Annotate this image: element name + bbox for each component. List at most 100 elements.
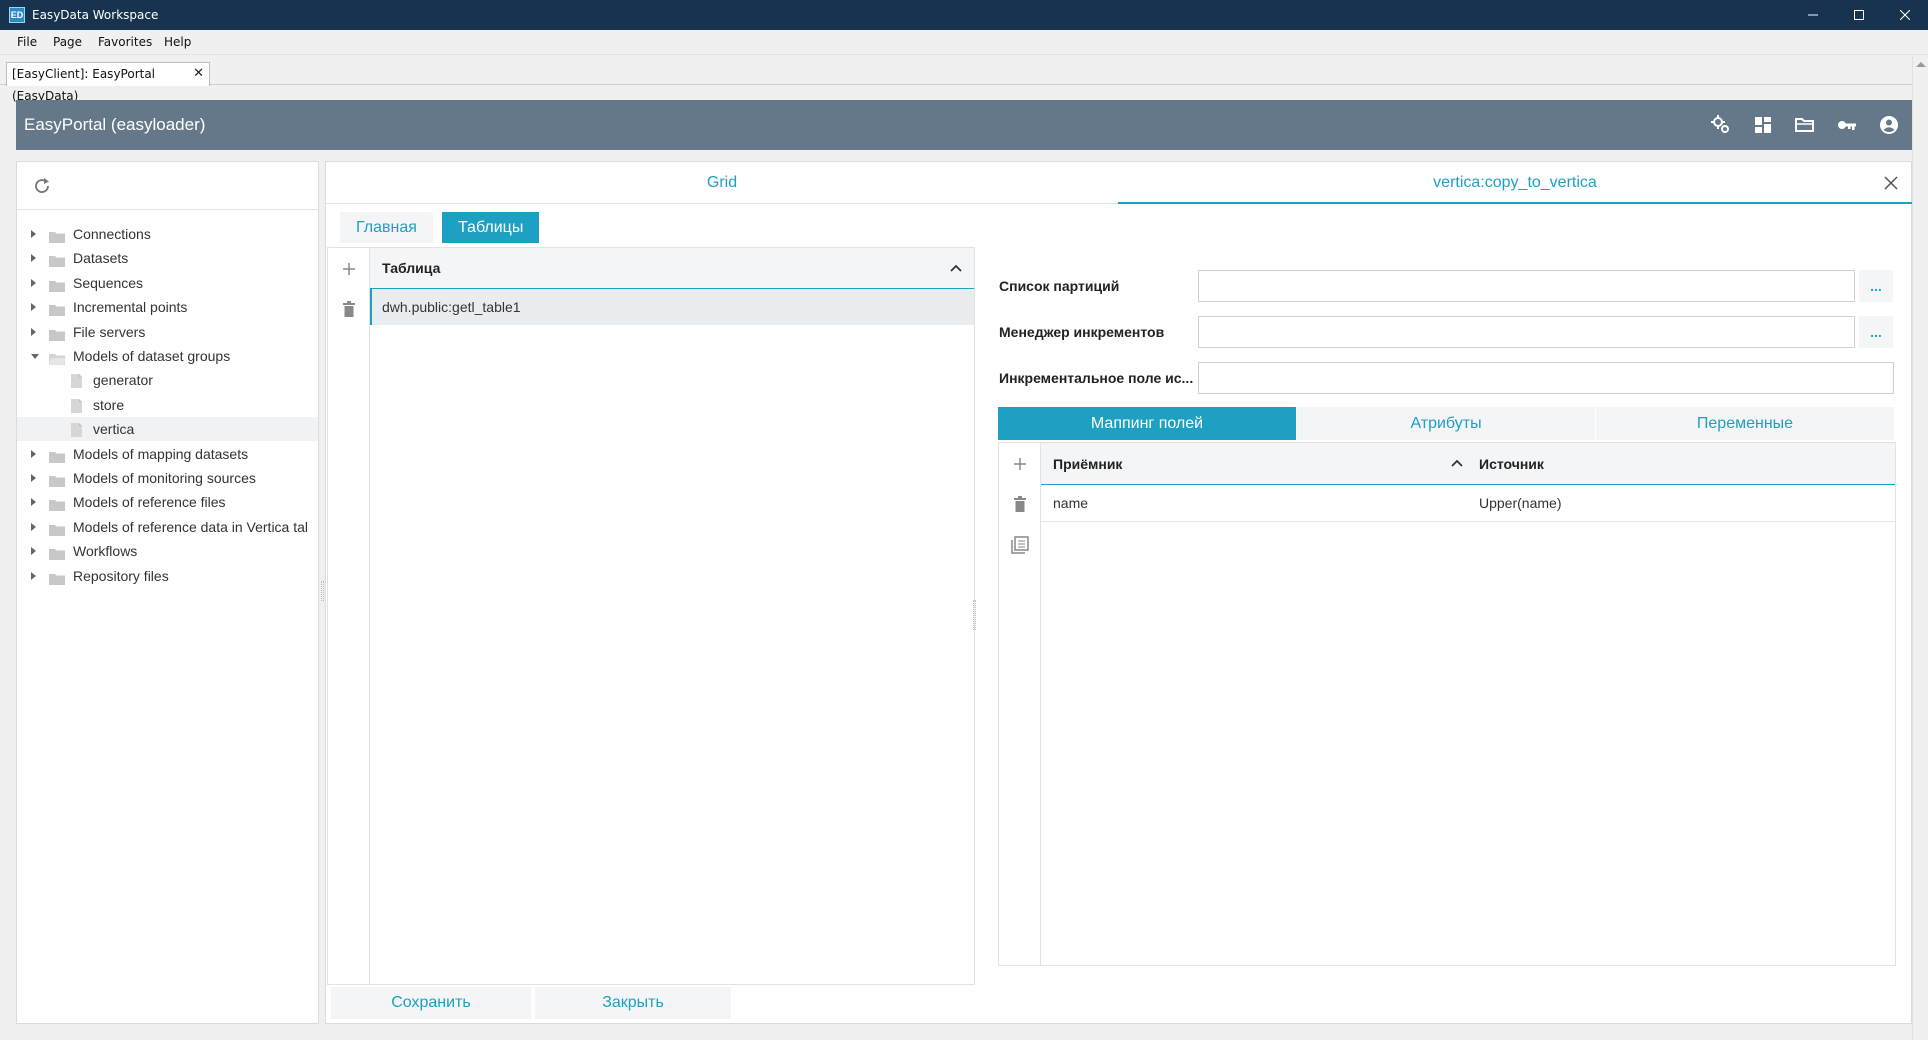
document-tab-label: [EasyClient]: EasyPortal (EasyData) (12, 67, 156, 103)
caret-right-icon[interactable] (31, 522, 36, 531)
tree-item-label: Repository files (73, 567, 169, 584)
tree-item[interactable]: Sequences (17, 271, 318, 295)
document-tab-strip (0, 56, 1928, 85)
tree-item[interactable]: Repository files (17, 564, 318, 588)
tables-column-header[interactable]: Таблица (370, 248, 974, 289)
caret-right-icon[interactable] (31, 547, 36, 556)
mapping-column-header[interactable]: Приёмник Источник (1041, 443, 1895, 485)
navigator-divider (17, 209, 318, 210)
menu-help[interactable]: Help (164, 30, 191, 55)
middle-splitter[interactable] (973, 600, 976, 630)
document-tab[interactable]: [EasyClient]: EasyPortal (EasyData) ✕ (6, 62, 210, 103)
caret-right-icon[interactable] (31, 303, 36, 312)
dashboard-icon[interactable] (1752, 114, 1774, 136)
tree-item[interactable]: Connections (17, 222, 318, 246)
incremental-field-input[interactable] (1198, 362, 1894, 394)
tree-item-label: Models of monitoring sources (73, 470, 256, 486)
column-target[interactable]: Приёмник (1053, 443, 1122, 485)
tree-item[interactable]: File servers (17, 320, 318, 344)
sort-up-icon (950, 264, 962, 272)
tree-item[interactable]: Workflows (17, 539, 318, 563)
minimize-icon (1808, 14, 1818, 16)
folder-icon (48, 569, 66, 585)
minimize-button[interactable] (1790, 0, 1836, 30)
increment-manager-browse-button[interactable]: ... (1859, 316, 1893, 348)
window-scrollbar[interactable] (1912, 56, 1928, 1040)
caret-right-icon[interactable] (31, 474, 36, 482)
tree-item[interactable]: Models of dataset groups (17, 344, 318, 368)
delete-table-button[interactable] (338, 298, 360, 320)
column-source[interactable]: Источник (1479, 443, 1544, 485)
partitions-input[interactable] (1198, 270, 1855, 302)
menu-page[interactable]: Page (53, 30, 82, 55)
add-table-button[interactable] (338, 258, 360, 280)
tree-item[interactable]: Datasets (17, 246, 318, 270)
tab-attributes[interactable]: Атрибуты (1297, 407, 1595, 440)
file-icon (70, 372, 83, 389)
tree-item[interactable]: Models of mapping datasets (17, 442, 318, 466)
caret-right-icon[interactable] (31, 327, 36, 336)
document-tab-close-icon[interactable]: ✕ (193, 63, 204, 85)
add-mapping-button[interactable] (1009, 453, 1031, 475)
navigator-panel: Connections Datasets Sequences Incremental … (16, 161, 319, 1024)
caret-right-icon[interactable] (31, 230, 36, 238)
caret-right-icon[interactable] (31, 449, 36, 458)
subtab-tables[interactable]: Таблицы (442, 212, 540, 243)
scroll-up-icon[interactable] (1916, 62, 1926, 67)
refresh-icon[interactable] (31, 175, 53, 197)
tree-item-label: Sequences (73, 274, 144, 291)
menu-favorites[interactable]: Favorites (98, 30, 152, 55)
menu-bar: File Page Favorites Help (0, 30, 1928, 55)
mapping-source-cell[interactable]: Upper(name) (1479, 485, 1561, 522)
tree-item-label: generator (93, 372, 153, 389)
increment-manager-input[interactable] (1198, 316, 1855, 348)
close-icon (1900, 10, 1910, 20)
subtab-main[interactable]: Главная (340, 212, 433, 243)
caret-right-icon[interactable] (31, 498, 36, 507)
tab-grid[interactable]: Grid (326, 162, 1118, 204)
close-button[interactable]: Закрыть (535, 987, 731, 1019)
caret-right-icon[interactable] (31, 254, 36, 263)
tree-item[interactable]: Models of reference files (17, 490, 318, 514)
tree-item[interactable]: Models of reference data in Vertica tal (17, 515, 318, 539)
table-row[interactable]: dwh.public:getl_table1 (370, 289, 974, 325)
delete-mapping-button[interactable] (1009, 493, 1031, 515)
tree-item-label: vertica (93, 421, 135, 438)
app-header: EasyPortal (easyloader) (16, 100, 1912, 150)
tree-item-label: File servers (73, 323, 146, 340)
close-window-button[interactable] (1882, 0, 1928, 30)
key-icon[interactable] (1836, 114, 1858, 136)
save-button[interactable]: Сохранить (331, 987, 531, 1019)
tree-item[interactable]: vertica (17, 417, 318, 442)
mapping-target-cell[interactable]: name (1053, 485, 1088, 522)
tree-item-label: Models of mapping datasets (73, 445, 249, 462)
plus-icon (343, 263, 355, 275)
folder-icon (48, 276, 66, 292)
maximize-button[interactable] (1836, 0, 1882, 30)
caret-down-icon[interactable] (31, 354, 39, 359)
close-tab-icon[interactable] (1882, 174, 1900, 192)
tree-item[interactable]: store (17, 393, 318, 417)
caret-right-icon[interactable] (31, 571, 36, 580)
window-title: EasyData Workspace (32, 8, 159, 22)
tab-vertica-copy[interactable]: vertica:copy_to_vertica (1118, 162, 1912, 204)
copy-mapping-button[interactable] (1009, 534, 1031, 556)
tab-variables[interactable]: Переменные (1596, 407, 1894, 440)
folder-icon (48, 251, 66, 268)
folder-icon (48, 520, 66, 536)
tree-item[interactable]: Incremental points (17, 295, 318, 319)
settings-icon[interactable] (1710, 114, 1732, 136)
tab-field-mapping[interactable]: Маппинг полей (998, 407, 1296, 440)
tables-column-title: Таблица (382, 260, 441, 276)
partitions-browse-button[interactable]: ... (1859, 270, 1893, 302)
tree-item[interactable]: generator (17, 368, 318, 392)
caret-right-icon[interactable] (31, 278, 36, 287)
folder-open-icon[interactable] (1794, 114, 1816, 136)
tree-item[interactable]: Models of monitoring sources (17, 466, 318, 490)
account-icon[interactable] (1878, 114, 1900, 136)
menu-file[interactable]: File (17, 30, 37, 55)
folder-open-icon (48, 349, 66, 365)
file-icon (70, 421, 83, 438)
splitter-grip[interactable] (321, 581, 324, 601)
table-row[interactable]: name Upper(name) (1041, 485, 1895, 522)
